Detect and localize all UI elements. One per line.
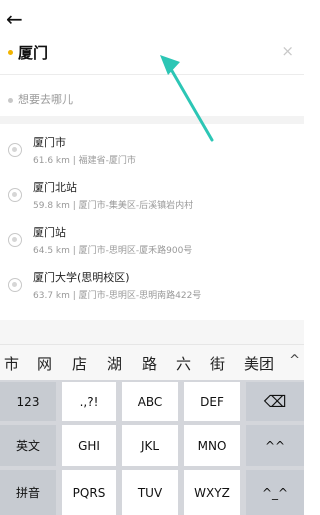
suggestion-item[interactable]: 厦门北站 59.8 km | 厦门市-集美区-后溪镇岩内村 — [0, 175, 304, 220]
route-search-screen: ← 厦门 × 想要去哪儿 厦门市 61.6 km | 福建省-厦门市 厦门北站 … — [0, 0, 304, 515]
back-arrow-icon[interactable]: ← — [6, 8, 28, 30]
from-input[interactable]: 厦门 — [18, 42, 48, 63]
key-jkl[interactable]: JKL — [122, 425, 178, 466]
location-pin-icon — [8, 188, 22, 202]
key-123[interactable]: 123 — [0, 382, 56, 421]
candidate-word[interactable]: 湖 — [107, 353, 122, 374]
section-gap — [0, 116, 304, 124]
suggestion-title: 厦门站 — [33, 226, 66, 239]
suggestion-item[interactable]: 厦门大学(思明校区) 63.7 km | 厦门市-思明区-思明南路422号 — [0, 265, 304, 310]
location-pin-icon — [8, 278, 22, 292]
suggestion-item[interactable]: 厦门市 61.6 km | 福建省-厦门市 — [0, 130, 304, 175]
suggestion-title: 厦门大学(思明校区) — [33, 271, 130, 284]
clear-icon[interactable]: × — [281, 42, 294, 60]
smiley-key[interactable]: ^_^ — [246, 470, 304, 515]
emoticon-key[interactable]: ^^ — [246, 425, 304, 466]
key-pinyin[interactable]: 拼音 — [0, 470, 56, 515]
suggestion-list: 厦门市 61.6 km | 福建省-厦门市 厦门北站 59.8 km | 厦门市… — [0, 130, 304, 310]
key-def[interactable]: DEF — [184, 382, 240, 421]
ime-candidate-bar: 市 网 店 湖 路 六 街 美团 ^ — [0, 344, 304, 380]
key-english[interactable]: 英文 — [0, 425, 56, 466]
suggestion-title: 厦门市 — [33, 136, 66, 149]
from-field[interactable]: 厦门 × — [0, 36, 304, 72]
candidate-word[interactable]: 网 — [37, 353, 52, 374]
location-pin-icon — [8, 233, 22, 247]
candidate-word[interactable]: 美团 — [244, 353, 274, 374]
content-bottom-band — [0, 320, 304, 344]
backspace-key[interactable]: ⌫ — [246, 382, 304, 421]
divider — [0, 74, 304, 75]
candidate-word[interactable]: 路 — [142, 353, 157, 374]
to-input-placeholder[interactable]: 想要去哪儿 — [18, 91, 73, 107]
candidate-word[interactable]: 街 — [210, 353, 225, 374]
candidate-word[interactable]: 店 — [72, 353, 87, 374]
key-abc[interactable]: ABC — [122, 382, 178, 421]
suggestion-subtitle: 61.6 km | 福建省-厦门市 — [33, 156, 136, 166]
top-bar: ← — [0, 0, 304, 40]
suggestion-title: 厦门北站 — [33, 181, 77, 194]
suggestion-subtitle: 64.5 km | 厦门市-思明区-厦禾路900号 — [33, 246, 193, 256]
key-mno[interactable]: MNO — [184, 425, 240, 466]
key-tuv[interactable]: TUV — [122, 470, 178, 515]
suggestion-subtitle: 63.7 km | 厦门市-思明区-思明南路422号 — [33, 291, 202, 301]
location-pin-icon — [8, 143, 22, 157]
key-ghi[interactable]: GHI — [62, 425, 116, 466]
key-pqrs[interactable]: PQRS — [62, 470, 116, 515]
start-dot-icon — [8, 50, 13, 55]
to-field[interactable]: 想要去哪儿 — [0, 86, 304, 116]
candidate-word[interactable]: 市 — [4, 353, 19, 374]
destination-dot-icon — [8, 98, 13, 103]
expand-candidates-icon[interactable]: ^ — [289, 353, 300, 368]
suggestion-subtitle: 59.8 km | 厦门市-集美区-后溪镇岩内村 — [33, 201, 194, 211]
candidate-word[interactable]: 六 — [176, 353, 191, 374]
key-wxyz[interactable]: WXYZ — [184, 470, 240, 515]
keyboard: 123 英文 拼音 .,?! ABC DEF GHI JKL MNO PQRS … — [0, 380, 304, 515]
key-punctuation[interactable]: .,?! — [62, 382, 116, 421]
suggestion-item[interactable]: 厦门站 64.5 km | 厦门市-思明区-厦禾路900号 — [0, 220, 304, 265]
